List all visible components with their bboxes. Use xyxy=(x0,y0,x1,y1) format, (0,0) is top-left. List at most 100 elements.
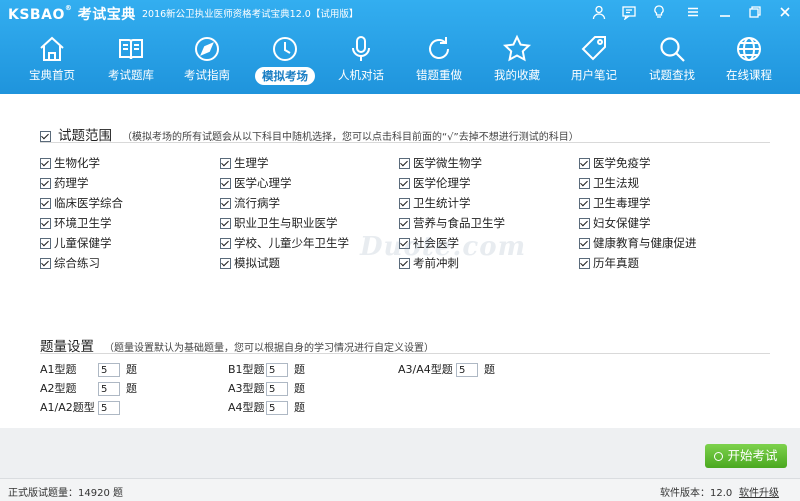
subject-checkbox[interactable]: 环境卫生学 xyxy=(40,215,112,231)
menu-icon[interactable] xyxy=(683,2,703,22)
subject-checkbox[interactable]: 卫生毒理学 xyxy=(579,195,651,211)
nav-label: 宝典首页 xyxy=(29,68,75,82)
lightbulb-icon[interactable] xyxy=(649,2,669,22)
subject-checkbox[interactable]: 健康教育与健康促进 xyxy=(579,235,697,251)
checkbox-icon xyxy=(220,238,231,249)
subject-checkbox[interactable]: 妇女保健学 xyxy=(579,215,651,231)
quantity-row-a1: A1型题 5 题 xyxy=(40,361,137,377)
subject-checkbox[interactable]: 综合练习 xyxy=(40,255,100,271)
quantity-input[interactable]: 5 xyxy=(266,401,288,415)
nav-exam-guide[interactable]: 考试指南 xyxy=(168,28,246,86)
nav-question-bank[interactable]: 考试题库 xyxy=(92,28,170,86)
compass-icon xyxy=(190,32,224,66)
checkbox-icon xyxy=(579,198,590,209)
nav-mock-exam[interactable]: 模拟考场 xyxy=(246,28,324,86)
nav-label: 考试题库 xyxy=(108,68,154,82)
quantity-row-a2: A2型题 5 题 xyxy=(40,380,137,396)
subject-checkbox[interactable]: 医学微生物学 xyxy=(399,155,482,171)
subject-label: 健康教育与健康促进 xyxy=(593,236,697,250)
question-count: 正式版试题量：14920 题 xyxy=(8,488,123,499)
quantity-input[interactable]: 5 xyxy=(98,382,120,396)
subject-checkbox[interactable]: 职业卫生与职业医学 xyxy=(220,215,338,231)
subject-checkbox[interactable]: 医学伦理学 xyxy=(399,175,471,191)
subject-label: 流行病学 xyxy=(234,196,280,210)
top-bar: KSBAO® 考试宝典 2016新公卫执业医师资格考试宝典12.0【试用版】 宝… xyxy=(0,0,800,94)
subject-label: 卫生法规 xyxy=(593,176,639,190)
title-bar: KSBAO® 考试宝典 2016新公卫执业医师资格考试宝典12.0【试用版】 xyxy=(0,0,800,24)
subject-checkbox[interactable]: 历年真题 xyxy=(579,255,639,271)
minimize-icon[interactable] xyxy=(715,2,735,22)
subject-label: 生理学 xyxy=(234,156,269,170)
quantity-input[interactable]: 5 xyxy=(98,401,120,415)
watermark: Duote.com xyxy=(360,232,527,262)
quantity-unit: 题 xyxy=(126,363,137,376)
subject-checkbox[interactable]: 医学心理学 xyxy=(220,175,292,191)
subject-checkbox[interactable]: 学校、儿童少年卫生学 xyxy=(220,235,349,251)
star-icon xyxy=(500,32,534,66)
nav-redo-mistakes[interactable]: 错题重做 xyxy=(400,28,478,86)
checkbox-icon xyxy=(399,198,410,209)
checkbox-icon xyxy=(579,238,590,249)
checkbox-icon xyxy=(399,158,410,169)
window-title: 2016新公卫执业医师资格考试宝典12.0【试用版】 xyxy=(142,9,359,20)
subject-label: 生物化学 xyxy=(54,156,100,170)
start-exam-label: 开始考试 xyxy=(727,448,778,463)
subject-label: 历年真题 xyxy=(593,256,639,270)
quantity-row-a3: A3型题 5 题 xyxy=(228,380,305,396)
subject-label: 学校、儿童少年卫生学 xyxy=(234,236,349,250)
subject-label: 药理学 xyxy=(54,176,89,190)
power-icon xyxy=(714,452,724,461)
close-icon[interactable] xyxy=(775,2,795,22)
checkbox-icon xyxy=(40,238,51,249)
app-logo: KSBAO® 考试宝典 xyxy=(8,4,136,23)
quantity-input[interactable]: 5 xyxy=(266,363,288,377)
subject-checkbox[interactable]: 流行病学 xyxy=(220,195,280,211)
checkbox-icon xyxy=(220,198,231,209)
subject-checkbox[interactable]: 卫生法规 xyxy=(579,175,639,191)
subject-checkbox[interactable]: 模拟试题 xyxy=(220,255,280,271)
subject-checkbox[interactable]: 生理学 xyxy=(220,155,269,171)
quantity-unit: 题 xyxy=(294,382,305,395)
nav-search[interactable]: 试题查找 xyxy=(633,28,711,86)
quantity-input[interactable]: 5 xyxy=(266,382,288,396)
restore-icon[interactable] xyxy=(745,2,765,22)
quantity-input[interactable]: 5 xyxy=(98,363,120,377)
subject-checkbox[interactable]: 儿童保健学 xyxy=(40,235,112,251)
subject-label: 医学心理学 xyxy=(234,176,292,190)
quantity-label: A1/A2题型 xyxy=(40,401,95,414)
quantity-label: B1型题 xyxy=(228,363,265,376)
nav-home[interactable]: 宝典首页 xyxy=(13,28,91,86)
nav-favorites[interactable]: 我的收藏 xyxy=(478,28,556,86)
subject-checkbox[interactable]: 医学免疫学 xyxy=(579,155,651,171)
start-exam-button[interactable]: 开始考试 xyxy=(705,444,787,468)
software-version: 软件版本：12.0 xyxy=(660,488,733,499)
quantity-input[interactable]: 5 xyxy=(456,363,478,377)
checkbox-icon xyxy=(40,258,51,269)
subject-checkbox[interactable]: 营养与食品卫生学 xyxy=(399,215,505,231)
clock-icon xyxy=(268,32,302,66)
subject-label: 职业卫生与职业医学 xyxy=(234,216,338,230)
quantity-unit: 题 xyxy=(294,401,305,414)
subject-checkbox[interactable]: 临床医学综合 xyxy=(40,195,123,211)
message-icon[interactable] xyxy=(619,2,639,22)
upgrade-link[interactable]: 软件升级 xyxy=(739,484,779,499)
subject-checkbox[interactable]: 卫生统计学 xyxy=(399,195,471,211)
tag-icon xyxy=(577,32,611,66)
subject-checkbox[interactable]: 生物化学 xyxy=(40,155,100,171)
quantity-label: A3型题 xyxy=(228,382,265,395)
checkbox-icon xyxy=(220,258,231,269)
scope-all-checkbox[interactable] xyxy=(40,131,51,142)
quantity-row-b1: B1型题 5 题 xyxy=(228,361,305,377)
subject-checkbox[interactable]: 药理学 xyxy=(40,175,89,191)
quantity-unit: 题 xyxy=(126,382,137,395)
user-icon[interactable] xyxy=(589,2,609,22)
nav-label: 模拟考场 xyxy=(255,67,315,85)
nav-notes[interactable]: 用户笔记 xyxy=(555,28,633,86)
subject-label: 模拟试题 xyxy=(234,256,280,270)
nav-online-course[interactable]: 在线课程 xyxy=(710,28,788,86)
quantity-label: A2型题 xyxy=(40,382,77,395)
nav-dialogue[interactable]: 人机对话 xyxy=(322,28,400,86)
checkbox-icon xyxy=(40,178,51,189)
home-icon xyxy=(35,32,69,66)
subject-label: 卫生统计学 xyxy=(413,196,471,210)
